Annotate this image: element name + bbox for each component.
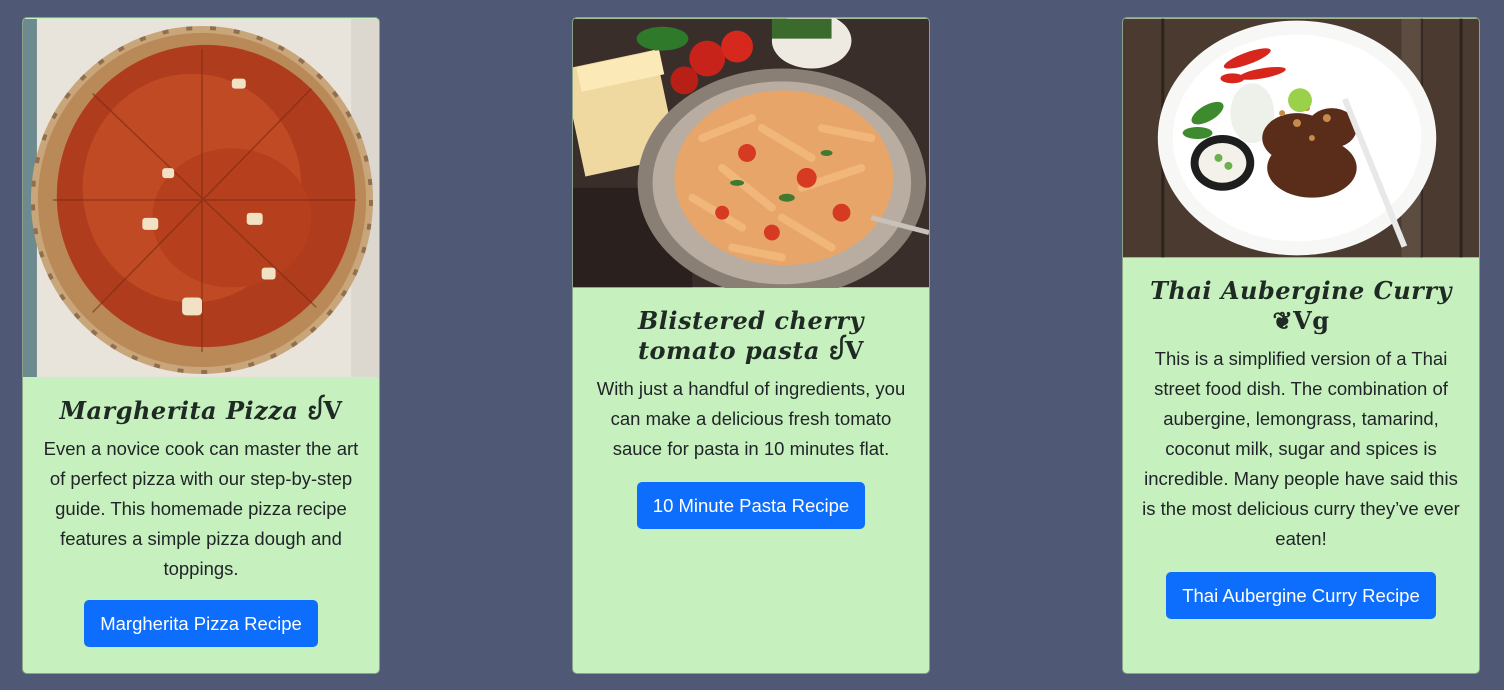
- pasta-photo: [573, 18, 929, 288]
- margherita-pizza-recipe-button[interactable]: Margherita Pizza Recipe: [84, 600, 318, 647]
- recipe-card-thai-aubergine-curry: Thai Aubergine Curry ❦Vg This is a simpl…: [1122, 17, 1480, 674]
- vegan-icon: ❦Vg: [1272, 306, 1330, 335]
- button-row: Thai Aubergine Curry Recipe: [1139, 572, 1463, 619]
- recipe-description: Even a novice cook can master the art of…: [43, 438, 359, 579]
- recipe-card-tomato-pasta: Blistered cherry tomato pasta ᩀV With ju…: [572, 17, 930, 674]
- pizza-photo: [23, 19, 379, 377]
- button-row: Margherita Pizza Recipe: [39, 600, 363, 647]
- recipe-card-margherita-pizza: Margherita Pizza ᩀV Even a novice cook c…: [22, 17, 380, 674]
- recipe-title: Blistered cherry tomato pasta ᩀV: [589, 306, 913, 366]
- card-body: Blistered cherry tomato pasta ᩀV With ju…: [573, 288, 929, 529]
- button-row: 10 Minute Pasta Recipe: [589, 482, 913, 529]
- curry-photo: [1123, 18, 1479, 258]
- recipe-description: With just a handful of ingredients, you …: [596, 378, 906, 459]
- recipe-description: This is a simplified version of a Thai s…: [1142, 348, 1460, 549]
- recipe-title: Thai Aubergine Curry ❦Vg: [1139, 276, 1463, 336]
- card-body: Thai Aubergine Curry ❦Vg This is a simpl…: [1123, 258, 1479, 619]
- ten-minute-pasta-recipe-button[interactable]: 10 Minute Pasta Recipe: [636, 482, 866, 529]
- vegetarian-icon: ᩀV: [307, 396, 343, 425]
- thai-aubergine-curry-recipe-button[interactable]: Thai Aubergine Curry Recipe: [1166, 572, 1436, 619]
- card-body: Margherita Pizza ᩀV Even a novice cook c…: [23, 378, 379, 647]
- recipe-title-text: Thai Aubergine Curry: [1150, 276, 1452, 305]
- recipe-title: Margherita Pizza ᩀV: [39, 396, 363, 426]
- recipe-title-text: Margherita Pizza: [59, 396, 299, 425]
- vegetarian-icon: ᩀV: [828, 336, 865, 365]
